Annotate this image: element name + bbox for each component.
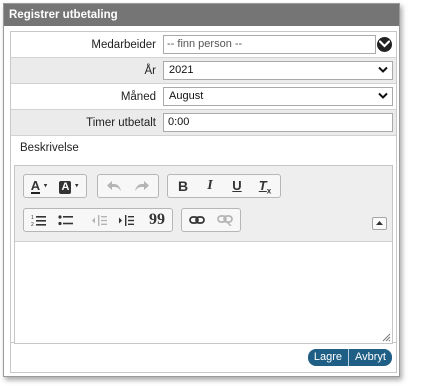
svg-text:1: 1 [31,215,34,221]
description-row: Beskrivelse [11,136,396,160]
font-color-button[interactable]: A ▾ [26,177,52,195]
numbered-list-button[interactable]: 1 2 [26,211,52,229]
rich-text-editor: A ▾ A ▾ B I U Tx 1 2 99 [14,165,393,344]
bulleted-list-button[interactable] [53,211,79,229]
outdent-button[interactable] [86,211,112,229]
redo-button[interactable] [129,177,155,195]
bold-icon: B [177,178,189,194]
history-group [97,174,159,198]
redo-icon [135,181,149,191]
month-row: Måned August [11,84,396,110]
chevron-down-icon [379,40,390,48]
description-label: Beskrivelse [20,142,79,154]
underline-button[interactable]: U [224,177,250,195]
save-button[interactable]: Lagre [307,349,350,366]
svg-text:2: 2 [31,222,34,227]
month-label: Måned [120,91,156,103]
remove-format-button[interactable]: Tx [252,177,278,196]
undo-button[interactable] [101,177,127,195]
remove-format-icon: Tx [258,178,272,196]
unlink-button[interactable] [212,211,238,229]
link-icon [189,216,205,224]
background-color-button[interactable]: A ▾ [56,177,82,195]
indent-icon [119,215,134,226]
year-value: 2021 [169,64,194,76]
resize-handle-icon[interactable] [382,333,391,342]
year-select[interactable]: 2021 [163,61,393,80]
color-group: A ▾ A ▾ [23,174,87,198]
bulleted-list-icon [58,215,73,226]
blockquote-button[interactable]: 99 [144,211,170,229]
indent-button[interactable] [113,211,139,229]
employee-row: Medarbeider -- finn person -- [11,32,396,58]
editor-content-area[interactable] [15,242,392,343]
underline-icon: U [232,178,242,193]
italic-button[interactable]: I [197,177,223,195]
basic-styles-group: B I U Tx [167,174,281,198]
year-label: År [144,65,157,77]
employee-label: Medarbeider [91,39,156,51]
hours-input[interactable]: 0:00 [163,113,393,132]
unlink-icon [217,215,233,227]
undo-icon [107,181,121,191]
paragraph-group: 1 2 99 [23,208,173,232]
month-select[interactable]: August [163,87,393,106]
blockquote-icon: 99 [149,211,165,228]
italic-icon: I [207,178,213,193]
year-row: År 2021 [11,58,396,84]
outdent-icon [92,215,107,226]
numbered-list-icon: 1 2 [31,215,46,228]
cancel-button[interactable]: Avbryt [349,349,392,366]
month-value: August [169,90,204,102]
background-color-icon: A [59,181,72,194]
bold-button[interactable]: B [170,177,196,195]
hours-label: Timer utbetalt [86,117,156,129]
font-color-icon: A [30,178,41,194]
link-button[interactable] [184,211,210,229]
dialog-footer: Lagre Avbryt [10,343,397,373]
employee-dropdown-button[interactable] [377,37,392,52]
hours-row: Timer utbetalt 0:00 [11,110,396,136]
collapse-toolbar-icon [376,221,383,225]
links-group [181,208,241,232]
payment-form: Medarbeider -- finn person -- År 2021 Må… [10,31,397,344]
chevron-down-icon [378,66,388,73]
register-payment-dialog: Registrer utbetaling Medarbeider -- finn… [3,3,400,377]
collapse-toolbar-button[interactable] [372,217,387,230]
employee-search-input[interactable]: -- finn person -- [163,35,376,54]
editor-toolbar: A ▾ A ▾ B I U Tx 1 2 99 [15,166,392,242]
chevron-down-icon [378,92,388,99]
action-buttons: Lagre Avbryt [307,349,392,366]
dialog-title: Registrer utbetaling [4,4,399,26]
